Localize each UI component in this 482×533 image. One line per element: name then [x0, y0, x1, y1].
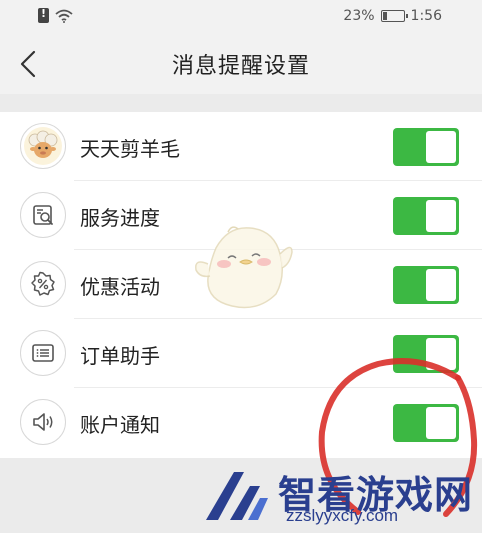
status-bar: 23% 1:56: [0, 0, 482, 34]
setting-label: 服务进度: [80, 206, 160, 230]
toggle-knob: [426, 269, 456, 301]
discount-badge-icon: [20, 261, 66, 307]
watermark: 智看游戏网 zzslyyxcfy.com: [200, 462, 482, 533]
wifi-icon: [55, 9, 73, 23]
status-time: 1:56: [410, 8, 442, 24]
status-right: 23% 1:56: [343, 8, 442, 24]
page-title: 消息提醒设置: [171, 54, 310, 79]
watermark-url: zzslyyxcfy.com: [286, 506, 399, 525]
sim-alert-icon: [38, 7, 49, 23]
service-search-icon: [20, 192, 66, 238]
battery-icon: [380, 10, 408, 22]
battery-percent: 23%: [343, 8, 375, 24]
toggle-switch-service[interactable]: [393, 197, 459, 235]
setting-label: 优惠活动: [80, 275, 160, 299]
toggle-switch-sheep[interactable]: [393, 128, 459, 166]
setting-label: 账户通知: [80, 413, 160, 437]
toggle-knob: [426, 131, 456, 163]
setting-label: 订单助手: [80, 344, 160, 368]
toggle-knob: [426, 200, 456, 232]
order-list-icon: [20, 330, 66, 376]
watermark-logo-icon: [206, 472, 268, 520]
setting-label: 天天剪羊毛: [80, 137, 180, 161]
status-left: [38, 7, 73, 23]
toggle-switch-discount[interactable]: [393, 266, 459, 304]
speaker-icon: [20, 399, 66, 445]
setting-row-sheep: 天天剪羊毛: [0, 112, 482, 181]
header: 消息提醒设置: [0, 34, 482, 94]
sheep-avatar-icon: [20, 123, 66, 169]
mascot-illustration: [195, 226, 293, 309]
